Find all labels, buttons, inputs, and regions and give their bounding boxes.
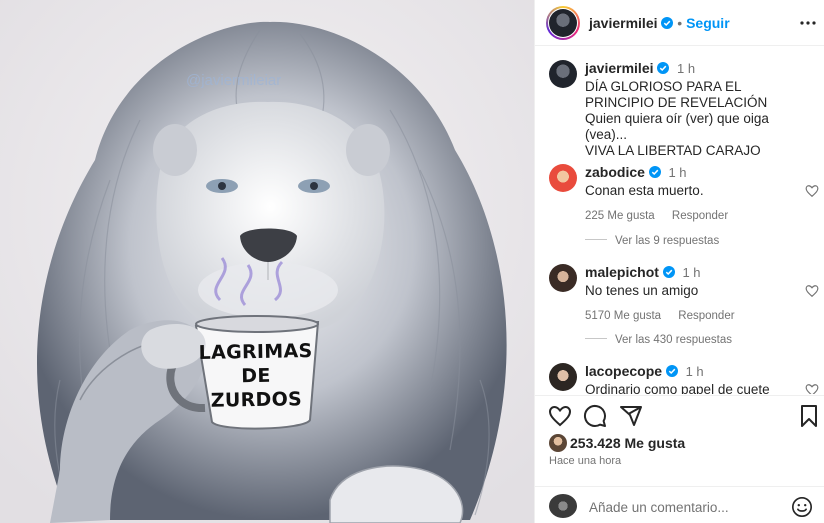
caption-username[interactable]: javiermilei [585, 60, 654, 76]
caption-avatar[interactable] [549, 60, 577, 88]
liker-avatar [549, 434, 567, 452]
comment-likes[interactable]: 5170 Me gusta [585, 310, 661, 322]
verified-badge-icon [662, 266, 675, 278]
post-actions: 253.428 Me gusta Hace una hora [535, 395, 824, 485]
comment-avatar[interactable] [549, 363, 577, 391]
verified-badge-icon [648, 166, 661, 178]
heart-icon[interactable] [805, 284, 819, 298]
caption-text: DÍA GLORIOSO PARA EL PRINCIPIO DE REVELA… [585, 79, 769, 158]
comment-avatar[interactable] [549, 264, 577, 292]
verified-badge-icon [665, 365, 678, 377]
likes-count-text: 253.428 Me gusta [570, 435, 686, 451]
heart-icon[interactable] [805, 184, 819, 198]
view-replies-button[interactable]: Ver las 430 respuestas [585, 334, 732, 346]
comment-username[interactable]: malepichot [585, 264, 659, 280]
comment-time[interactable]: 1 h [686, 364, 704, 379]
post-header: javiermilei • Seguir [535, 0, 824, 46]
follow-button[interactable]: Seguir [686, 15, 730, 31]
comment-composer: Añade un comentario... [535, 486, 824, 523]
more-horizontal-icon[interactable] [799, 14, 817, 32]
image-watermark: @javiermileiar [186, 72, 282, 89]
reply-button[interactable]: Responder [678, 310, 734, 322]
comment-icon[interactable] [583, 404, 607, 428]
comment-likes[interactable]: 225 Me gusta [585, 210, 655, 222]
post-timestamp[interactable]: Hace una hora [549, 455, 621, 467]
header-separator: • [677, 15, 683, 31]
author-avatar[interactable] [549, 9, 577, 37]
comment-text: Ordinario como papel de cuete [585, 382, 770, 394]
comment-input[interactable]: Añade un comentario... [589, 500, 729, 515]
reply-button[interactable]: Responder [672, 210, 728, 222]
caption-time[interactable]: 1 h [677, 61, 695, 76]
comment-time[interactable]: 1 h [668, 165, 686, 180]
story-ring[interactable] [546, 6, 580, 40]
comment-username[interactable]: zabodice [585, 164, 645, 180]
comment-text: Conan esta muerto. [585, 183, 704, 198]
comment-avatar[interactable] [549, 164, 577, 192]
view-replies-button[interactable]: Ver las 9 respuestas [585, 235, 719, 247]
verified-badge-icon [657, 62, 670, 74]
share-icon[interactable] [619, 404, 643, 428]
header-user: javiermilei • Seguir [589, 15, 730, 31]
post-image[interactable]: @javiermileiar LAGRIMAS DE ZURDOS [0, 0, 534, 523]
comment-username[interactable]: lacopecope [585, 363, 662, 379]
current-user-avatar [549, 494, 577, 518]
comments-list[interactable]: javiermilei 1 h DÍA GLORIOSO PARA EL PRI… [535, 47, 824, 394]
bookmark-icon[interactable] [797, 404, 821, 428]
comment-text: No tenes un amigo [585, 283, 699, 298]
heart-icon[interactable] [805, 383, 819, 394]
header-username[interactable]: javiermilei [589, 15, 658, 31]
emoji-icon[interactable] [791, 496, 813, 518]
mug-text: LAGRIMAS DE ZURDOS [198, 340, 313, 412]
heart-icon[interactable] [548, 404, 572, 428]
comment-time[interactable]: 1 h [682, 265, 700, 280]
likes-count[interactable]: 253.428 Me gusta [549, 434, 685, 452]
post-side-panel: javiermilei • Seguir javiermilei 1 h DÍA… [534, 0, 824, 523]
verified-badge-icon [661, 17, 674, 29]
